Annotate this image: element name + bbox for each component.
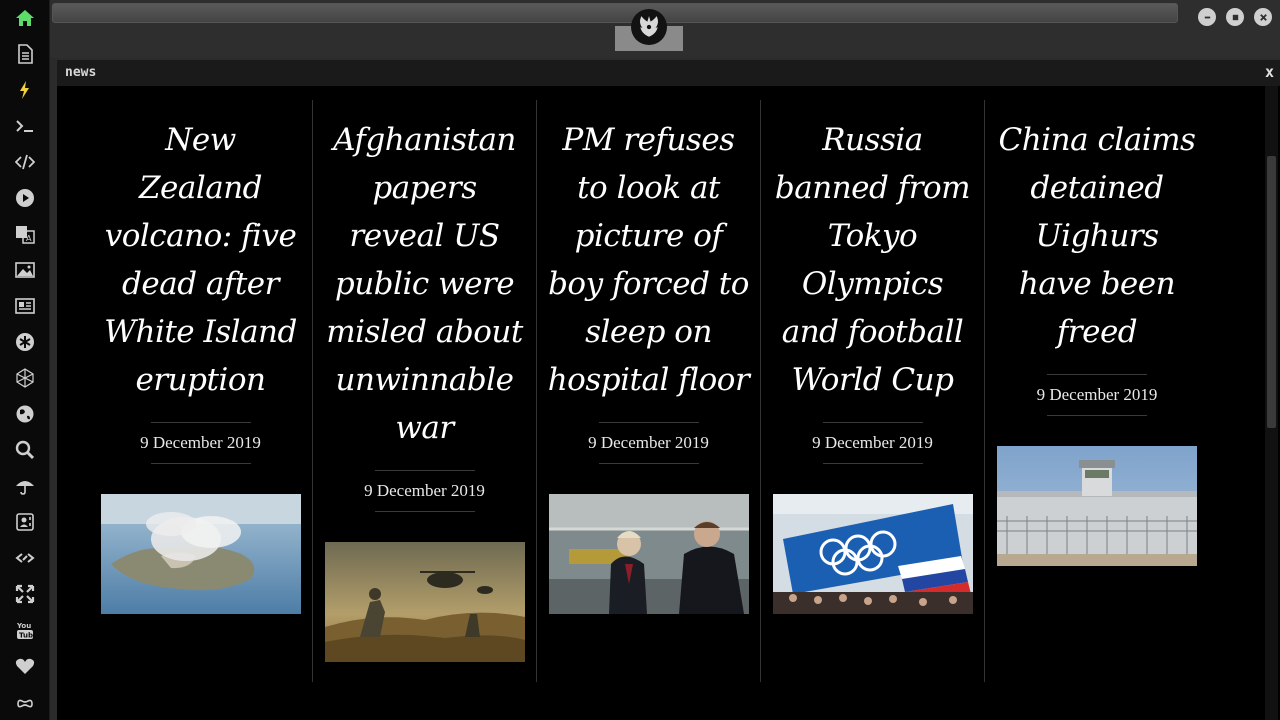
panel-title: news: [65, 65, 97, 80]
article-date-container: 9 December 2019: [140, 422, 261, 464]
code-icon[interactable]: [9, 147, 41, 177]
heart-icon[interactable]: [9, 651, 41, 681]
article-headline[interactable]: PM refuses to look at picture of boy for…: [548, 116, 750, 404]
search-icon[interactable]: [9, 435, 41, 465]
close-window-button[interactable]: [1254, 8, 1272, 26]
article-image-soldiers[interactable]: [324, 542, 525, 662]
svg-text:A: A: [26, 234, 32, 243]
umbrella-icon[interactable]: [9, 471, 41, 501]
panel-close-button[interactable]: x: [1265, 63, 1274, 81]
news-article[interactable]: PM refuses to look at picture of boy for…: [537, 100, 761, 682]
expand-icon[interactable]: [9, 579, 41, 609]
link-icon[interactable]: [9, 543, 41, 573]
article-date: 9 December 2019: [588, 433, 709, 452]
news-grid: New Zealand volcano: five dead after Whi…: [89, 100, 1209, 682]
article-date-container: 9 December 2019: [588, 422, 709, 464]
scrollbar[interactable]: [1265, 86, 1278, 720]
news-article[interactable]: Russia banned from Tokyo Olympics and fo…: [761, 100, 985, 682]
article-date-container: 9 December 2019: [1037, 374, 1157, 416]
article-headline[interactable]: China claims detained Uighurs have been …: [996, 116, 1198, 356]
article-headline[interactable]: Russia banned from Tokyo Olympics and fo…: [772, 116, 974, 404]
scrollbar-thumb[interactable]: [1267, 156, 1276, 428]
article-image-olympic-flag[interactable]: [772, 494, 973, 614]
infinity-cloud-icon[interactable]: [9, 687, 41, 717]
top-bar: [50, 0, 1280, 58]
article-date: 9 December 2019: [812, 433, 933, 452]
news-article[interactable]: China claims detained Uighurs have been …: [985, 100, 1209, 682]
lightning-icon[interactable]: [9, 75, 41, 105]
article-headline[interactable]: New Zealand volcano: five dead after Whi…: [100, 116, 302, 404]
play-icon[interactable]: [9, 183, 41, 213]
news-panel: news x New Zealand volcano: five dead af…: [57, 60, 1280, 720]
svg-text:You: You: [16, 622, 31, 630]
app-sidebar: A You Tube: [0, 0, 50, 720]
article-image-detention-wall[interactable]: [997, 446, 1197, 566]
document-icon[interactable]: [9, 39, 41, 69]
globe-icon[interactable]: [9, 399, 41, 429]
asterisk-icon[interactable]: [9, 327, 41, 357]
minimize-button[interactable]: [1198, 8, 1216, 26]
maximize-button[interactable]: [1226, 8, 1244, 26]
polyhedron-icon[interactable]: [9, 363, 41, 393]
news-article[interactable]: New Zealand volcano: five dead after Whi…: [89, 100, 313, 682]
article-date: 9 December 2019: [1036, 385, 1158, 404]
terminal-icon[interactable]: [9, 111, 41, 141]
newspaper-icon[interactable]: [9, 291, 41, 321]
news-article[interactable]: Afghanistan papers reveal US public were…: [313, 100, 537, 682]
rebel-alliance-logo-icon[interactable]: [631, 9, 667, 45]
article-image-pm[interactable]: [548, 494, 749, 614]
contact-card-icon[interactable]: [9, 507, 41, 537]
article-date-container: 9 December 2019: [812, 422, 933, 464]
home-icon[interactable]: [9, 3, 41, 33]
article-date: 9 December 2019: [364, 481, 485, 500]
image-icon[interactable]: [9, 255, 41, 285]
youtube-icon[interactable]: You Tube: [9, 615, 41, 645]
article-date-container: 9 December 2019: [364, 470, 485, 512]
svg-text:Tube: Tube: [19, 632, 35, 640]
article-image-volcano[interactable]: [100, 494, 301, 614]
address-bar[interactable]: [52, 3, 1178, 23]
article-headline[interactable]: Afghanistan papers reveal US public were…: [324, 116, 526, 452]
panel-header: news x: [57, 60, 1280, 86]
translate-icon[interactable]: A: [9, 219, 41, 249]
article-date: 9 December 2019: [140, 433, 261, 452]
